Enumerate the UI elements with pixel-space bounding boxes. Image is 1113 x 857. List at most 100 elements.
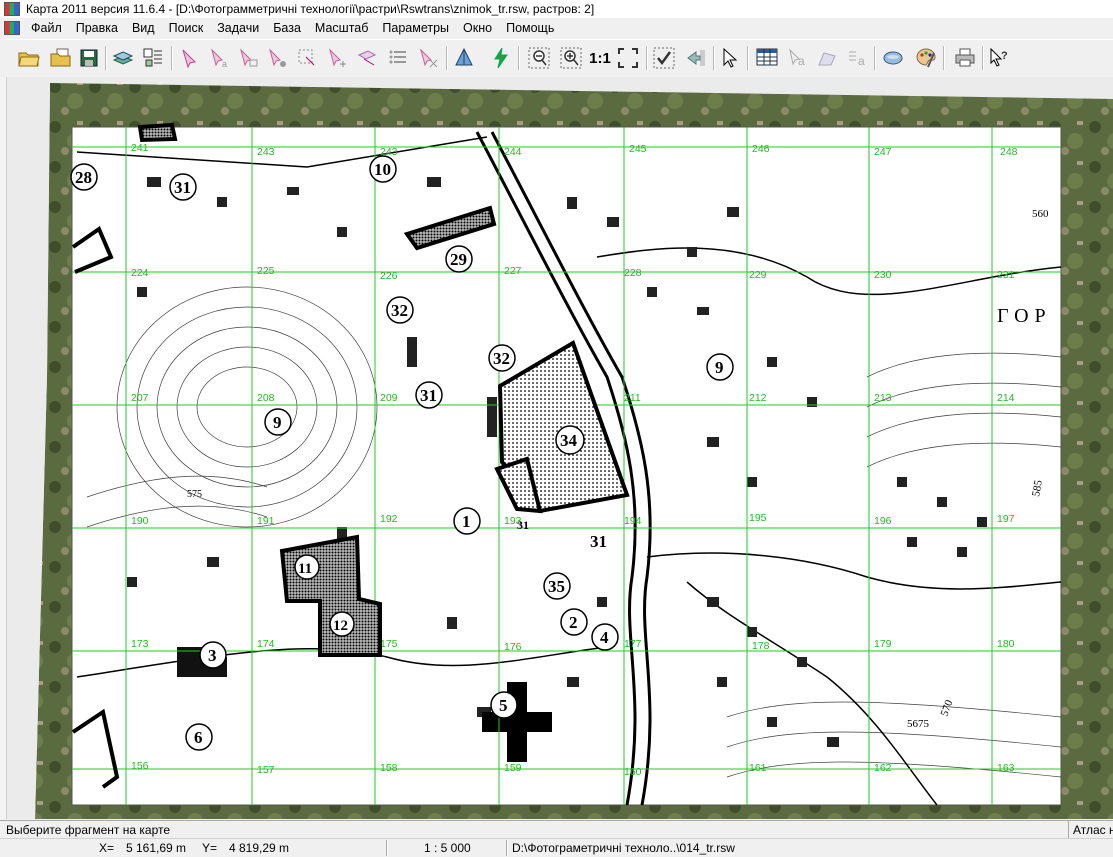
grid-label: 225 bbox=[257, 265, 275, 277]
parcel-number: 3 bbox=[199, 641, 227, 669]
atlas-panel[interactable]: Атлас н bbox=[1068, 821, 1113, 839]
menu-file[interactable]: Файл bbox=[24, 18, 69, 38]
menu-database[interactable]: База bbox=[266, 18, 308, 38]
help-cursor-icon[interactable]: ? bbox=[987, 46, 1011, 70]
grid-label: 160 bbox=[624, 766, 642, 778]
svg-text:34: 34 bbox=[560, 431, 578, 450]
zoom-in-icon[interactable] bbox=[559, 46, 583, 70]
select-add-icon[interactable] bbox=[325, 46, 349, 70]
table-icon[interactable] bbox=[755, 46, 779, 70]
grid-label: 224 bbox=[131, 267, 149, 279]
grid-label: 179 bbox=[874, 638, 892, 650]
menu-scale[interactable]: Масштаб bbox=[308, 18, 375, 38]
grid-label: 227 bbox=[504, 265, 522, 277]
grid-label: 213 bbox=[874, 392, 892, 404]
edit-object-icon[interactable] bbox=[815, 46, 839, 70]
grid-label: 207 bbox=[131, 392, 149, 404]
globe-icon[interactable] bbox=[881, 46, 905, 70]
svg-text:4: 4 bbox=[600, 628, 609, 647]
svg-text:31: 31 bbox=[590, 532, 607, 551]
parcel-number: 12 bbox=[329, 611, 355, 637]
menu-tasks[interactable]: Задачи bbox=[210, 18, 266, 38]
select-frame-icon[interactable] bbox=[295, 46, 319, 70]
list-icon[interactable] bbox=[386, 46, 410, 70]
grid-label: 231 bbox=[997, 269, 1015, 281]
svg-text:31: 31 bbox=[517, 518, 529, 532]
object-list-icon[interactable] bbox=[141, 46, 165, 70]
grid-label: 248 bbox=[1000, 146, 1018, 158]
grid-label: 196 bbox=[874, 515, 892, 527]
status-message: Выберите фрагмент на карте bbox=[6, 823, 171, 837]
svg-text:a: a bbox=[798, 54, 805, 68]
toolbar: a 1:1 a a ? bbox=[0, 39, 1113, 78]
svg-text:9: 9 bbox=[273, 413, 282, 432]
lightning-icon[interactable] bbox=[489, 46, 513, 70]
parcel-number: 10 bbox=[369, 155, 397, 183]
deselect-icon[interactable] bbox=[416, 46, 440, 70]
y-coordinate-label: Y= bbox=[202, 841, 218, 855]
menu-window[interactable]: Окно bbox=[456, 18, 499, 38]
menu-help[interactable]: Помощь bbox=[499, 18, 561, 38]
grid-label: 173 bbox=[131, 638, 149, 650]
grid-label: 211 bbox=[624, 392, 641, 404]
layers-icon[interactable] bbox=[111, 46, 135, 70]
parcel-number: 31 bbox=[169, 173, 197, 201]
print-icon[interactable] bbox=[953, 46, 977, 70]
select-area-icon[interactable] bbox=[236, 46, 260, 70]
map-scale[interactable]: 1 : 5 000 bbox=[424, 839, 471, 857]
parcel-number: 9 bbox=[264, 408, 292, 436]
select-point-icon[interactable] bbox=[265, 46, 289, 70]
parcel-number: 5 bbox=[490, 691, 518, 719]
svg-text:a: a bbox=[858, 54, 865, 68]
app-icon bbox=[4, 2, 20, 16]
grid-label: 214 bbox=[997, 392, 1015, 404]
svg-text:?: ? bbox=[1001, 50, 1008, 62]
window-title: Карта 2011 версия 11.6.4 - [D:\Фотограмм… bbox=[26, 2, 595, 16]
menu-parameters[interactable]: Параметры bbox=[375, 18, 456, 38]
save-icon[interactable] bbox=[77, 46, 101, 70]
svg-text:28: 28 bbox=[75, 168, 92, 187]
menu-view[interactable]: Вид bbox=[125, 18, 162, 38]
menu-search[interactable]: Поиск bbox=[162, 18, 211, 38]
parcel-number: 9 bbox=[706, 353, 734, 381]
palette-icon[interactable] bbox=[914, 46, 938, 70]
svg-text:32: 32 bbox=[493, 349, 510, 368]
parcel-number: 6 bbox=[185, 723, 213, 751]
zoom-out-icon[interactable] bbox=[527, 46, 551, 70]
title-bar: Карта 2011 версия 11.6.4 - [D:\Фотограмм… bbox=[0, 0, 1113, 18]
map-view[interactable]: 241 243 243 244 245 246 247 248 224 225 … bbox=[7, 77, 1113, 819]
check-icon[interactable] bbox=[652, 46, 676, 70]
map-canvas[interactable]: 241 243 243 244 245 246 247 248 224 225 … bbox=[7, 77, 1113, 819]
document-menu-icon[interactable] bbox=[4, 21, 20, 35]
parcel-number: 35 bbox=[543, 572, 571, 600]
parcel-number: 11 bbox=[294, 554, 320, 580]
edit-text-icon[interactable]: a bbox=[785, 46, 809, 70]
svg-text:5: 5 bbox=[499, 696, 508, 715]
menu-edit[interactable]: Правка bbox=[69, 18, 125, 38]
parcel-number: 34 bbox=[555, 425, 585, 455]
3d-view-icon[interactable] bbox=[452, 46, 476, 70]
grid-label: 245 bbox=[629, 143, 647, 155]
grid-label: 241 bbox=[131, 142, 149, 154]
scale-1to1-button[interactable]: 1:1 bbox=[586, 46, 614, 70]
left-panel-strip[interactable] bbox=[0, 77, 7, 819]
select-text-icon[interactable]: a bbox=[207, 46, 231, 70]
open-multiple-icon[interactable] bbox=[49, 46, 73, 70]
select-objects-icon[interactable] bbox=[178, 46, 202, 70]
grid-label: 157 bbox=[257, 764, 275, 776]
grid-label: 192 bbox=[380, 513, 398, 525]
back-arrow-icon[interactable] bbox=[684, 46, 708, 70]
select-similar-icon[interactable] bbox=[355, 46, 379, 70]
grid-label: 212 bbox=[749, 392, 767, 404]
svg-text:2: 2 bbox=[569, 613, 578, 632]
svg-text:29: 29 bbox=[450, 250, 467, 269]
cursor-icon[interactable] bbox=[717, 46, 741, 70]
svg-text:32: 32 bbox=[391, 301, 408, 320]
elevation-label: 560 bbox=[1032, 208, 1049, 220]
edit-label-icon[interactable]: a bbox=[845, 46, 869, 70]
grid-label: 246 bbox=[752, 143, 770, 155]
svg-text:35: 35 bbox=[548, 577, 565, 596]
elevation-label: 575 bbox=[187, 489, 202, 500]
open-folder-icon[interactable] bbox=[17, 46, 41, 70]
zoom-extent-icon[interactable] bbox=[616, 46, 640, 70]
